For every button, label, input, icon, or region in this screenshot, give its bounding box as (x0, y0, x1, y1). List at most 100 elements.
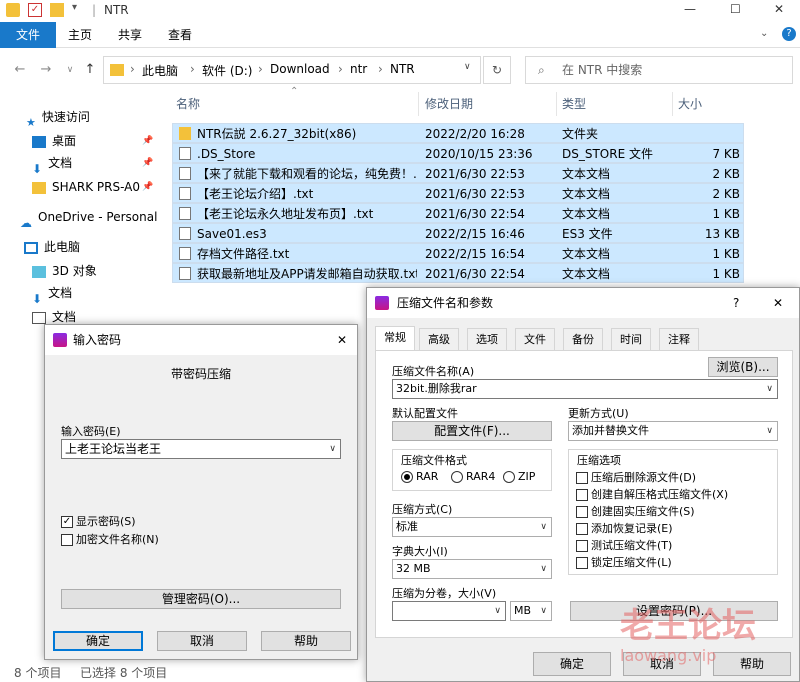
archive-name-input[interactable]: 32bit.删除我rar ∨ (392, 379, 778, 399)
tab-home[interactable]: 主页 (56, 22, 104, 48)
dialog-title-bar: 压缩文件名和参数 ? ✕ (367, 288, 799, 318)
column-header-date[interactable]: 修改日期 (425, 92, 473, 116)
help-button[interactable]: ? (733, 288, 739, 318)
folder-icon (110, 64, 124, 76)
tab-options[interactable]: 选项 (467, 328, 507, 350)
radio-rar[interactable]: RAR (401, 470, 438, 483)
option-checkbox[interactable]: 添加恢复记录(E) (576, 520, 673, 536)
column-divider[interactable] (556, 92, 557, 116)
profiles-button[interactable]: 配置文件(F)... (392, 421, 552, 441)
option-checkbox[interactable]: 压缩后删除源文件(D) (576, 469, 696, 485)
file-size: 1 KB (712, 267, 740, 281)
help-icon[interactable]: ? (782, 27, 796, 41)
window-title: NTR (104, 3, 129, 17)
close-button[interactable]: ✕ (773, 288, 783, 318)
file-row[interactable]: 【老王论坛永久地址发布页】.txt 2021/6/30 22:54 文本文档 1 KB (172, 203, 744, 223)
option-checkbox[interactable]: 创建固实压缩文件(S) (576, 503, 695, 519)
file-row[interactable]: 获取最新地址及APP请发邮箱自动获取.txt 2021/6/30 22:54 文本文… (172, 263, 744, 283)
file-row[interactable]: .DS_Store 2020/10/15 23:36 DS_STORE 文件 7 KB (172, 143, 744, 163)
chevron-down-icon[interactable]: ∨ (494, 602, 501, 620)
pin-icon[interactable]: 📌 (142, 176, 153, 198)
column-divider[interactable] (672, 92, 673, 116)
tab-backup[interactable]: 备份 (563, 328, 603, 350)
expand-ribbon-icon[interactable]: ⌄ (760, 28, 768, 39)
dialog-title: 输入密码 (73, 333, 122, 347)
column-header-size[interactable]: 大小 (678, 92, 702, 116)
pin-icon[interactable]: 📌 (142, 152, 153, 174)
update-mode-select[interactable]: 添加并替换文件 ∨ (568, 421, 778, 441)
password-input[interactable]: 上老王论坛当老王 ∨ (61, 439, 341, 459)
sidebar-item-desktop[interactable]: 桌面 📌 (32, 130, 192, 152)
up-arrow-icon[interactable]: ↑ (82, 62, 98, 78)
sidebar-item-shark[interactable]: SHARK PRS-A0 📌 (32, 176, 192, 198)
properties-icon[interactable]: ✓ (28, 3, 42, 17)
tab-general[interactable]: 常规 (375, 326, 415, 350)
desktop-icon (32, 135, 46, 148)
breadcrumb[interactable]: Download (270, 62, 330, 76)
recent-locations-icon[interactable]: ∨ (62, 62, 78, 78)
text-file-icon (179, 267, 191, 280)
tab-comment[interactable]: 注释 (659, 328, 699, 350)
chevron-down-icon[interactable]: ∨ (329, 440, 336, 458)
refresh-button[interactable]: ↻ (483, 56, 511, 84)
sidebar-item-3d-objects[interactable]: 3D 对象 (32, 260, 192, 282)
file-name: .DS_Store (197, 147, 256, 161)
column-header-name[interactable]: 名称 (176, 92, 200, 116)
close-button[interactable]: ✕ (337, 325, 347, 355)
split-unit-select[interactable]: MB ∨ (510, 601, 552, 621)
tab-time[interactable]: 时间 (611, 328, 651, 350)
document-icon (32, 311, 46, 324)
file-row[interactable]: Save01.es3 2022/2/15 16:46 ES3 文件 13 KB (172, 223, 744, 243)
help-button[interactable]: 帮助 (713, 652, 791, 676)
close-button[interactable]: ✕ (774, 2, 784, 16)
customize-qa-icon[interactable]: ▾ (72, 2, 77, 13)
cancel-button[interactable]: 取消 (157, 631, 247, 651)
tab-file[interactable]: 文件 (0, 22, 56, 48)
browse-button[interactable]: 浏览(B)... (708, 357, 778, 377)
file-row[interactable]: 【老王论坛介绍】.txt 2021/6/30 22:53 文本文档 2 KB (172, 183, 744, 203)
tab-advanced[interactable]: 高级 (419, 328, 459, 350)
show-password-checkbox[interactable]: ✓ 显示密码(S) (61, 513, 136, 529)
address-bar[interactable]: › 此电脑 › 软件 (D:) › Download › ntr › NTR ∨ (103, 56, 481, 84)
pin-icon[interactable]: 📌 (142, 130, 153, 152)
new-folder-icon[interactable] (50, 3, 64, 17)
sidebar-item-downloads-2[interactable]: ⬇ 文档 (32, 282, 192, 306)
option-checkbox[interactable]: 测试压缩文件(T) (576, 537, 672, 553)
manage-passwords-button[interactable]: 管理密码(O)... (61, 589, 341, 609)
breadcrumb[interactable]: 软件 (D:) (202, 62, 252, 79)
breadcrumb[interactable]: ntr (350, 62, 367, 76)
column-divider[interactable] (418, 92, 419, 116)
encrypt-names-checkbox[interactable]: 加密文件名称(N) (61, 531, 159, 547)
file-row[interactable]: 存档文件路径.txt 2022/2/15 16:54 文本文档 1 KB (172, 243, 744, 263)
sidebar-item-quick-access[interactable]: ★ 快速访问 (26, 106, 186, 129)
back-arrow-icon[interactable]: ← (12, 62, 28, 78)
search-input[interactable]: ⌕ 在 NTR 中搜索 (525, 56, 793, 84)
tab-share[interactable]: 共享 (106, 22, 154, 48)
minimize-button[interactable]: — (684, 2, 696, 16)
split-size-input[interactable]: ∨ (392, 601, 506, 621)
sidebar-item-downloads[interactable]: ⬇ 文档 📌 (32, 152, 192, 176)
help-button[interactable]: 帮助 (261, 631, 351, 651)
breadcrumb[interactable]: NTR (390, 62, 415, 76)
option-checkbox[interactable]: 创建自解压格式压缩文件(X) (576, 486, 728, 502)
chevron-down-icon[interactable]: ∨ (766, 380, 773, 398)
ok-button[interactable]: 确定 (533, 652, 611, 676)
sidebar-item-this-pc[interactable]: 此电脑 (24, 236, 184, 258)
option-checkbox[interactable]: 锁定压缩文件(L) (576, 554, 672, 570)
tab-view[interactable]: 查看 (156, 22, 204, 48)
ok-button[interactable]: 确定 (53, 631, 143, 651)
dictionary-select[interactable]: 32 MB ∨ (392, 559, 552, 579)
radio-rar4[interactable]: RAR4 (451, 470, 495, 483)
maximize-button[interactable]: ☐ (730, 2, 741, 16)
address-dropdown-icon[interactable]: ∨ (464, 62, 471, 72)
breadcrumb[interactable]: 此电脑 (142, 62, 178, 79)
method-select[interactable]: 标准 ∨ (392, 517, 552, 537)
file-row[interactable]: 【来了就能下载和观看的论坛，纯免费！... 2021/6/30 22:53 文本文档… (172, 163, 744, 183)
file-size: 2 KB (712, 167, 740, 181)
file-row[interactable]: NTR伝説 2.6.27_32bit(x86) 2022/2/20 16:28 文件… (172, 123, 744, 143)
tab-files[interactable]: 文件 (515, 328, 555, 350)
column-header-type[interactable]: 类型 (562, 92, 586, 116)
sidebar-item-onedrive[interactable]: ☁ OneDrive - Personal (20, 206, 180, 230)
forward-arrow-icon[interactable]: → (38, 62, 54, 78)
radio-zip[interactable]: ZIP (503, 470, 535, 483)
